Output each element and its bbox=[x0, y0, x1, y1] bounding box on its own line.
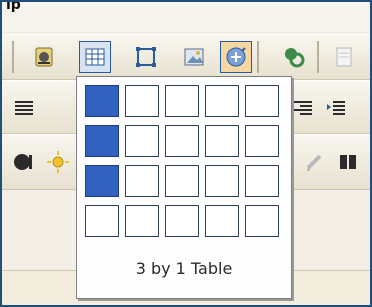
table-grid-cell[interactable] bbox=[245, 85, 279, 117]
play-button[interactable] bbox=[8, 146, 40, 178]
table-grid-cell[interactable] bbox=[165, 85, 199, 117]
align-button[interactable] bbox=[8, 91, 40, 123]
page-icon bbox=[329, 42, 359, 72]
insert-media-button[interactable] bbox=[28, 41, 60, 73]
table-grid-cell[interactable] bbox=[245, 205, 279, 237]
toolbar-separator bbox=[317, 41, 319, 73]
table-grid-cell[interactable] bbox=[165, 165, 199, 197]
table-size-picker: 3 by 1 Table bbox=[76, 76, 292, 299]
table-grid-cell[interactable] bbox=[165, 205, 199, 237]
pencil-icon bbox=[299, 147, 329, 177]
insert-table-button[interactable] bbox=[79, 41, 111, 73]
indent-icon bbox=[321, 92, 351, 122]
window-title-fragment: ip bbox=[6, 0, 21, 13]
table-grid-cell[interactable] bbox=[245, 125, 279, 157]
table-size-label: 3 by 1 Table bbox=[135, 259, 233, 278]
sun-icon bbox=[43, 147, 73, 177]
toolbar-row-1 bbox=[2, 34, 370, 80]
table-grid-cell[interactable] bbox=[245, 165, 279, 197]
align-left-icon bbox=[9, 92, 39, 122]
insert-frame-icon bbox=[131, 42, 161, 72]
play-icon bbox=[9, 147, 39, 177]
application-window: ip 3 by 1 Table bbox=[0, 0, 372, 307]
insert-plugin-icon bbox=[221, 42, 251, 72]
pencil-button[interactable] bbox=[298, 146, 330, 178]
table-grid-cell[interactable] bbox=[165, 125, 199, 157]
insert-image-button[interactable] bbox=[178, 41, 210, 73]
table-grid-cell[interactable] bbox=[85, 85, 119, 117]
table-grid-cell[interactable] bbox=[125, 85, 159, 117]
table-grid-cell[interactable] bbox=[205, 165, 239, 197]
table-grid[interactable] bbox=[85, 85, 281, 245]
table-grid-cell[interactable] bbox=[125, 165, 159, 197]
table-grid-cell[interactable] bbox=[125, 125, 159, 157]
toolbar-separator bbox=[257, 41, 259, 73]
insert-media-icon bbox=[29, 42, 59, 72]
table-grid-cell[interactable] bbox=[125, 205, 159, 237]
window-title-strip: ip bbox=[2, 2, 370, 32]
insert-frame-button[interactable] bbox=[130, 41, 162, 73]
insert-image-icon bbox=[179, 42, 209, 72]
page-button[interactable] bbox=[328, 41, 360, 73]
link-button[interactable] bbox=[278, 41, 310, 73]
columns-button[interactable] bbox=[332, 146, 364, 178]
table-grid-cell[interactable] bbox=[205, 125, 239, 157]
table-grid-cell[interactable] bbox=[85, 125, 119, 157]
sun-button[interactable] bbox=[42, 146, 74, 178]
table-grid-cell[interactable] bbox=[205, 205, 239, 237]
table-grid-cell[interactable] bbox=[205, 85, 239, 117]
columns-icon bbox=[333, 147, 363, 177]
bullets-icon bbox=[288, 92, 318, 122]
link-icon bbox=[279, 42, 309, 72]
table-grid-cell[interactable] bbox=[85, 205, 119, 237]
insert-plugin-button[interactable] bbox=[220, 41, 252, 73]
table-grid-cell[interactable] bbox=[85, 165, 119, 197]
indent-button[interactable] bbox=[320, 91, 352, 123]
toolbar-separator bbox=[12, 41, 14, 73]
insert-table-icon bbox=[80, 42, 110, 72]
